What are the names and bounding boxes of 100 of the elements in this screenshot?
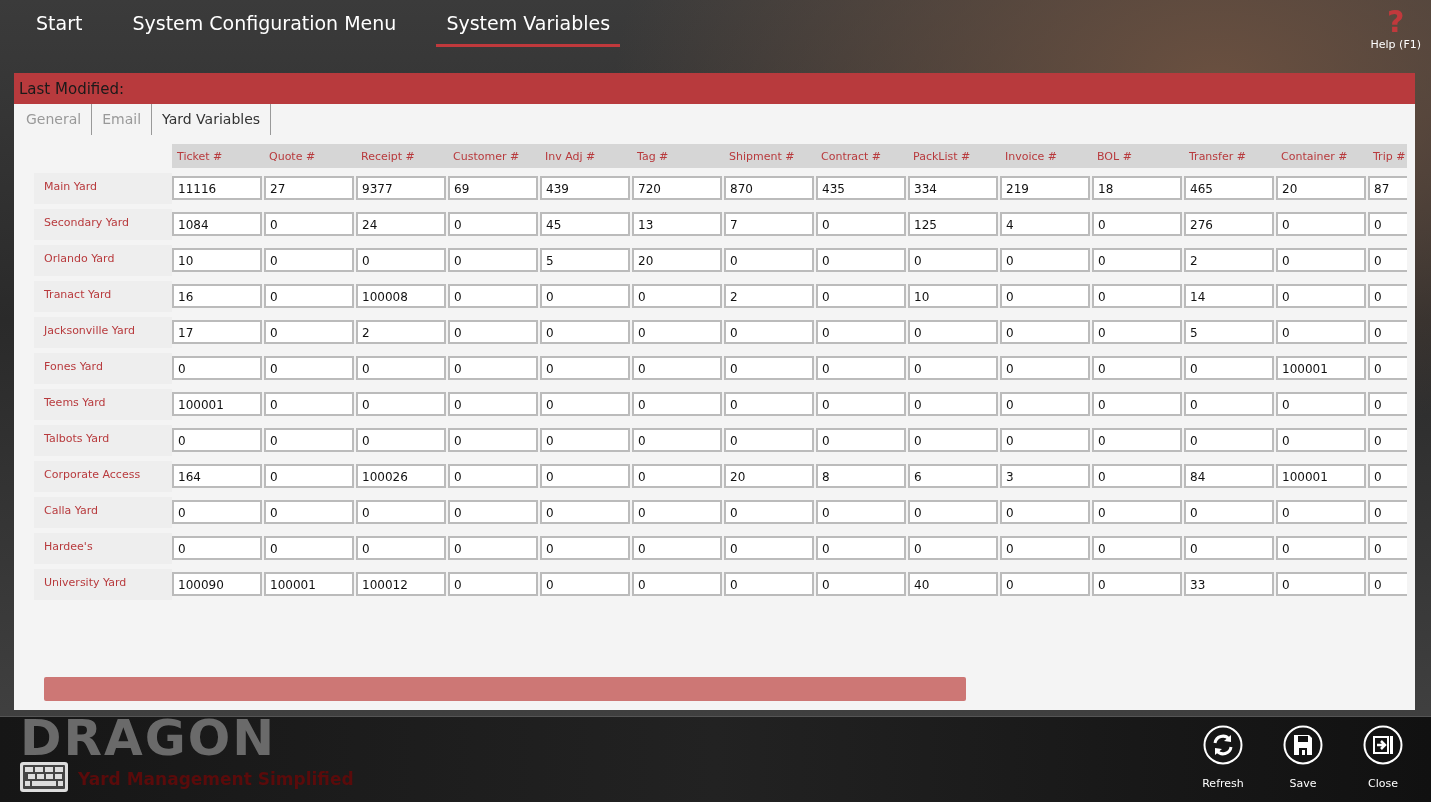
number-field[interactable]: 0 bbox=[1184, 392, 1274, 416]
number-field[interactable]: 0 bbox=[1092, 284, 1182, 308]
number-field[interactable]: 13 bbox=[632, 212, 722, 236]
number-field[interactable]: 3 bbox=[1000, 464, 1090, 488]
number-field[interactable]: 0 bbox=[632, 392, 722, 416]
number-field[interactable]: 0 bbox=[540, 356, 630, 380]
number-field[interactable]: 100001 bbox=[172, 392, 262, 416]
number-field[interactable]: 0 bbox=[724, 428, 814, 452]
number-field[interactable]: 0 bbox=[724, 320, 814, 344]
number-field[interactable]: 0 bbox=[1000, 320, 1090, 344]
number-field[interactable]: 0 bbox=[540, 320, 630, 344]
number-field[interactable]: 0 bbox=[540, 464, 630, 488]
number-field[interactable]: 0 bbox=[264, 392, 354, 416]
number-field[interactable]: 7 bbox=[724, 212, 814, 236]
number-field[interactable]: 0 bbox=[816, 320, 906, 344]
number-field[interactable]: 0 bbox=[1000, 428, 1090, 452]
number-field[interactable]: 0 bbox=[1092, 356, 1182, 380]
number-field[interactable]: 0 bbox=[1000, 392, 1090, 416]
help-button[interactable]: ? Help (F1) bbox=[1370, 0, 1431, 51]
number-field[interactable]: 0 bbox=[1092, 428, 1182, 452]
number-field[interactable]: 276 bbox=[1184, 212, 1274, 236]
number-field[interactable]: 0 bbox=[1368, 572, 1407, 596]
number-field[interactable]: 0 bbox=[632, 572, 722, 596]
number-field[interactable]: 0 bbox=[632, 536, 722, 560]
number-field[interactable]: 33 bbox=[1184, 572, 1274, 596]
number-field[interactable]: 0 bbox=[1092, 500, 1182, 524]
number-field[interactable]: 100012 bbox=[356, 572, 446, 596]
number-field[interactable]: 0 bbox=[540, 536, 630, 560]
number-field[interactable]: 439 bbox=[540, 176, 630, 200]
nav-link[interactable]: System Configuration Menu bbox=[122, 6, 407, 47]
number-field[interactable]: 0 bbox=[1276, 320, 1366, 344]
number-field[interactable]: 10 bbox=[908, 284, 998, 308]
number-field[interactable]: 0 bbox=[1368, 536, 1407, 560]
keyboard-icon[interactable] bbox=[19, 761, 69, 793]
number-field[interactable]: 0 bbox=[1000, 356, 1090, 380]
number-field[interactable]: 84 bbox=[1184, 464, 1274, 488]
number-field[interactable]: 0 bbox=[448, 392, 538, 416]
number-field[interactable]: 0 bbox=[816, 356, 906, 380]
number-field[interactable]: 0 bbox=[1368, 248, 1407, 272]
number-field[interactable]: 0 bbox=[1092, 320, 1182, 344]
number-field[interactable]: 100001 bbox=[1276, 356, 1366, 380]
number-field[interactable]: 0 bbox=[1184, 500, 1274, 524]
number-field[interactable]: 0 bbox=[1092, 212, 1182, 236]
number-field[interactable]: 0 bbox=[816, 284, 906, 308]
number-field[interactable]: 0 bbox=[816, 248, 906, 272]
number-field[interactable]: 0 bbox=[1276, 572, 1366, 596]
number-field[interactable]: 11116 bbox=[172, 176, 262, 200]
number-field[interactable]: 0 bbox=[264, 428, 354, 452]
number-field[interactable]: 0 bbox=[1184, 536, 1274, 560]
number-field[interactable]: 0 bbox=[724, 500, 814, 524]
number-field[interactable]: 164 bbox=[172, 464, 262, 488]
number-field[interactable]: 0 bbox=[1368, 428, 1407, 452]
number-field[interactable]: 69 bbox=[448, 176, 538, 200]
number-field[interactable]: 125 bbox=[908, 212, 998, 236]
number-field[interactable]: 0 bbox=[448, 212, 538, 236]
number-field[interactable]: 0 bbox=[1368, 320, 1407, 344]
number-field[interactable]: 0 bbox=[1184, 428, 1274, 452]
number-field[interactable]: 0 bbox=[264, 464, 354, 488]
nav-link[interactable]: System Variables bbox=[436, 6, 621, 47]
number-field[interactable]: 0 bbox=[448, 428, 538, 452]
number-field[interactable]: 45 bbox=[540, 212, 630, 236]
number-field[interactable]: 0 bbox=[908, 500, 998, 524]
number-field[interactable]: 0 bbox=[264, 500, 354, 524]
number-field[interactable]: 5 bbox=[1184, 320, 1274, 344]
number-field[interactable]: 20 bbox=[632, 248, 722, 272]
number-field[interactable]: 0 bbox=[632, 284, 722, 308]
number-field[interactable]: 0 bbox=[448, 284, 538, 308]
number-field[interactable]: 0 bbox=[540, 572, 630, 596]
number-field[interactable]: 0 bbox=[1276, 248, 1366, 272]
number-field[interactable]: 0 bbox=[724, 392, 814, 416]
number-field[interactable]: 465 bbox=[1184, 176, 1274, 200]
number-field[interactable]: 0 bbox=[1092, 536, 1182, 560]
number-field[interactable]: 6 bbox=[908, 464, 998, 488]
number-field[interactable]: 720 bbox=[632, 176, 722, 200]
number-field[interactable]: 0 bbox=[1092, 392, 1182, 416]
number-field[interactable]: 0 bbox=[356, 536, 446, 560]
number-field[interactable]: 870 bbox=[724, 176, 814, 200]
number-field[interactable]: 0 bbox=[632, 500, 722, 524]
refresh-button[interactable]: Refresh bbox=[1199, 725, 1247, 802]
number-field[interactable]: 0 bbox=[908, 536, 998, 560]
number-field[interactable]: 0 bbox=[908, 392, 998, 416]
number-field[interactable]: 0 bbox=[264, 320, 354, 344]
number-field[interactable]: 0 bbox=[1368, 356, 1407, 380]
number-field[interactable]: 0 bbox=[448, 248, 538, 272]
number-field[interactable]: 0 bbox=[1092, 572, 1182, 596]
number-field[interactable]: 0 bbox=[908, 356, 998, 380]
number-field[interactable]: 0 bbox=[1092, 248, 1182, 272]
number-field[interactable]: 0 bbox=[816, 212, 906, 236]
number-field[interactable]: 0 bbox=[1368, 212, 1407, 236]
number-field[interactable]: 0 bbox=[1368, 284, 1407, 308]
number-field[interactable]: 334 bbox=[908, 176, 998, 200]
number-field[interactable]: 0 bbox=[1276, 500, 1366, 524]
number-field[interactable]: 100001 bbox=[264, 572, 354, 596]
number-field[interactable]: 0 bbox=[448, 536, 538, 560]
number-field[interactable]: 0 bbox=[448, 320, 538, 344]
number-field[interactable]: 8 bbox=[816, 464, 906, 488]
scrollbar-thumb[interactable] bbox=[44, 677, 966, 701]
number-field[interactable]: 0 bbox=[724, 248, 814, 272]
number-field[interactable]: 0 bbox=[1368, 500, 1407, 524]
number-field[interactable]: 0 bbox=[1092, 464, 1182, 488]
